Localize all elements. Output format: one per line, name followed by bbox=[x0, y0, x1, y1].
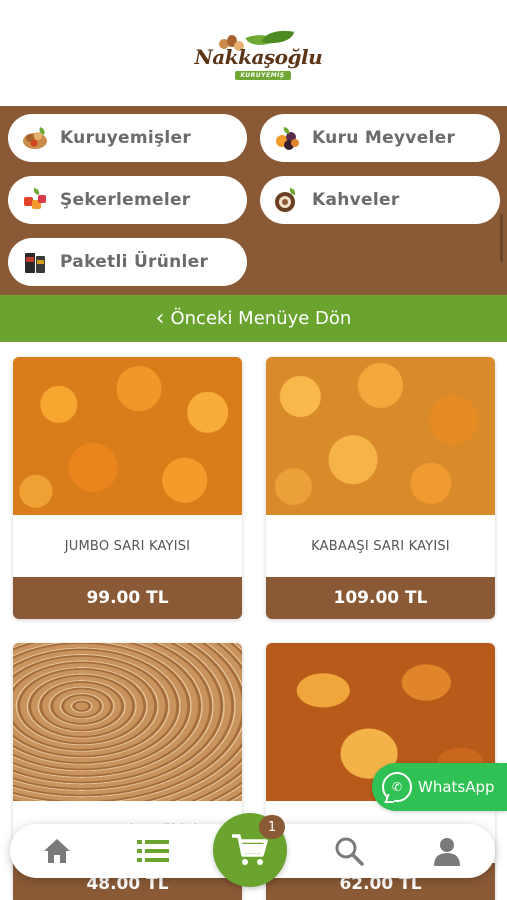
category-paketli-urunler[interactable]: Paketli Ürünler bbox=[8, 238, 247, 286]
brand-tagline: KURUYEMİŞ bbox=[234, 71, 291, 80]
list-icon bbox=[137, 840, 169, 862]
candies-icon bbox=[20, 185, 50, 215]
back-button-label: Önceki Menüye Dön bbox=[170, 308, 352, 329]
category-label: Kuruyemişler bbox=[60, 128, 192, 148]
search-icon bbox=[335, 837, 364, 866]
product-image[interactable] bbox=[13, 357, 242, 515]
product-name: JUMBO SARI KAYISI bbox=[64, 538, 191, 554]
nav-account[interactable] bbox=[430, 835, 464, 867]
packaged-products-icon bbox=[20, 247, 50, 277]
scrollbar[interactable] bbox=[500, 214, 503, 262]
nav-search[interactable] bbox=[332, 835, 366, 867]
mixed-nuts-icon bbox=[20, 123, 50, 153]
category-panel: Kuruyemişler Kuru Meyveler Şekerlemeler … bbox=[0, 106, 507, 295]
category-sekerlemeler[interactable]: Şekerlemeler bbox=[8, 176, 247, 224]
product-price: 99.00 TL bbox=[13, 577, 242, 619]
brand-logo[interactable]: Nakkaşoğlu KURUYEMİŞ bbox=[194, 26, 323, 89]
category-label: Kahveler bbox=[312, 190, 400, 210]
category-kuruyemisler[interactable]: Kuruyemişler bbox=[8, 114, 247, 162]
user-icon bbox=[434, 838, 460, 866]
category-label: Paketli Ürünler bbox=[60, 252, 209, 272]
category-label: Şekerlemeler bbox=[60, 190, 191, 210]
category-kuru-meyveler[interactable]: Kuru Meyveler bbox=[260, 114, 500, 162]
shopping-cart-icon bbox=[232, 834, 268, 865]
home-icon bbox=[44, 839, 70, 863]
product-image[interactable] bbox=[266, 357, 495, 515]
back-to-previous-menu-button[interactable]: ‹ Önceki Menüye Dön bbox=[0, 295, 507, 342]
coffee-icon bbox=[272, 185, 302, 215]
nav-categories[interactable] bbox=[136, 835, 170, 867]
category-kahveler[interactable]: Kahveler bbox=[260, 176, 500, 224]
dried-fruits-icon bbox=[272, 123, 302, 153]
app-screen: Nakkaşoğlu KURUYEMİŞ Kuruyemişler Kuru M… bbox=[0, 0, 507, 900]
chevron-left-icon: ‹ bbox=[155, 305, 165, 331]
product-image[interactable] bbox=[13, 643, 242, 801]
product-card[interactable]: JUMBO SARI KAYISI 99.00 TL bbox=[13, 357, 242, 619]
brand-name: Nakkaşoğlu bbox=[194, 45, 323, 69]
product-name: KABAAŞI SARI KAYISI bbox=[311, 538, 450, 554]
whatsapp-button[interactable]: ✆ WhatsApp bbox=[372, 763, 507, 811]
nav-home[interactable] bbox=[40, 835, 74, 867]
cart-count-badge: 1 bbox=[259, 815, 285, 839]
category-label: Kuru Meyveler bbox=[312, 128, 456, 148]
whatsapp-icon: ✆ bbox=[382, 772, 412, 802]
product-price: 109.00 TL bbox=[266, 577, 495, 619]
whatsapp-label: WhatsApp bbox=[418, 778, 495, 796]
product-card[interactable]: KABAAŞI SARI KAYISI 109.00 TL bbox=[266, 357, 495, 619]
header: Nakkaşoğlu KURUYEMİŞ bbox=[0, 0, 507, 106]
